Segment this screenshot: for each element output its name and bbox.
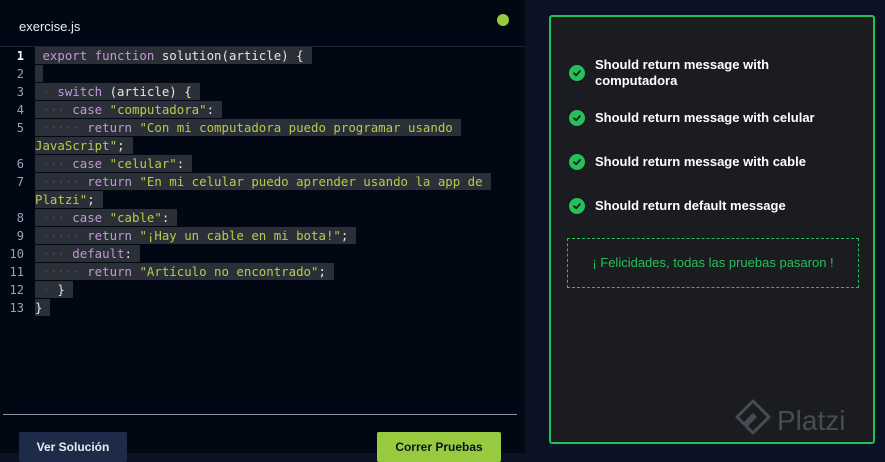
editor-divider (3, 414, 517, 415)
code-editor-panel: exercise.js 1 2 3 4 5 6 7 8 9 10 11 12 1… (0, 0, 525, 462)
status-indicator (497, 14, 509, 26)
test-result-item: Should return default message (569, 198, 825, 214)
line-number: 5 (16, 121, 24, 135)
code-line: ··· case "cable": (35, 209, 515, 227)
code-line: Platzi"; (35, 191, 515, 209)
line-number: 9 (16, 229, 24, 243)
line-gutter: 1 2 3 4 5 6 7 8 9 10 11 12 13 (0, 47, 30, 317)
platzi-watermark: Platzi (733, 398, 845, 443)
code-area[interactable]: 1 2 3 4 5 6 7 8 9 10 11 12 13 export fun… (0, 47, 518, 407)
platzi-logo-icon (733, 398, 773, 443)
code-line: ··· case "celular": (35, 155, 515, 173)
line-number: 1 (16, 49, 24, 63)
check-circle-icon (569, 65, 585, 81)
check-circle-icon (569, 154, 585, 170)
line-number: 8 (16, 211, 24, 225)
line-number: 11 (9, 265, 24, 279)
test-result-item: Should return message with cable (569, 154, 825, 170)
line-number: 12 (9, 283, 24, 297)
code-line: · } (35, 281, 515, 299)
success-message: ¡ Felicidades, todas las pruebas pasaron… (567, 238, 859, 288)
line-number: 2 (16, 67, 24, 81)
test-results-panel: Should return message with computadora S… (549, 15, 875, 444)
file-tab[interactable]: exercise.js (19, 19, 80, 34)
code-line: } (35, 299, 515, 317)
code-line: ··· default: (35, 245, 515, 263)
run-tests-button[interactable]: Correr Pruebas (377, 432, 501, 462)
code-line: JavaScript"; (35, 137, 515, 155)
code-line: ····· return "En mi celular puedo aprend… (35, 173, 515, 191)
code-line: ····· return "¡Hay un cable en mi bota!"… (35, 227, 515, 245)
code-line: export function solution(article) { (35, 47, 515, 65)
code-line: ····· return "Con mi computadora puedo p… (35, 119, 515, 137)
view-solution-button[interactable]: Ver Solución (19, 432, 127, 462)
line-number: 4 (16, 103, 24, 117)
line-number: 7 (16, 175, 24, 189)
check-circle-icon (569, 110, 585, 126)
code-line: ····· return "Artículo no encontrado"; (35, 263, 515, 281)
line-number: 13 (9, 301, 24, 315)
code-line: · switch (article) { (35, 83, 515, 101)
line-number: 6 (16, 157, 24, 171)
line-number: 3 (16, 85, 24, 99)
test-result-item: Should return message with celular (569, 110, 825, 126)
code-lines: export function solution(article) { · sw… (35, 47, 515, 317)
test-result-item: Should return message with computadora (569, 57, 825, 89)
test-label: Should return message with cable (595, 154, 806, 169)
test-label: Should return message with celular (595, 110, 815, 125)
code-line: ··· case "computadora": (35, 101, 515, 119)
line-number: 10 (9, 247, 24, 261)
test-label: Should return default message (595, 198, 786, 213)
editor-tab-bar: exercise.js (0, 0, 525, 47)
code-line (35, 65, 515, 83)
test-label: Should return message with computadora (595, 57, 770, 88)
watermark-text: Platzi (777, 404, 846, 436)
check-circle-icon (569, 198, 585, 214)
